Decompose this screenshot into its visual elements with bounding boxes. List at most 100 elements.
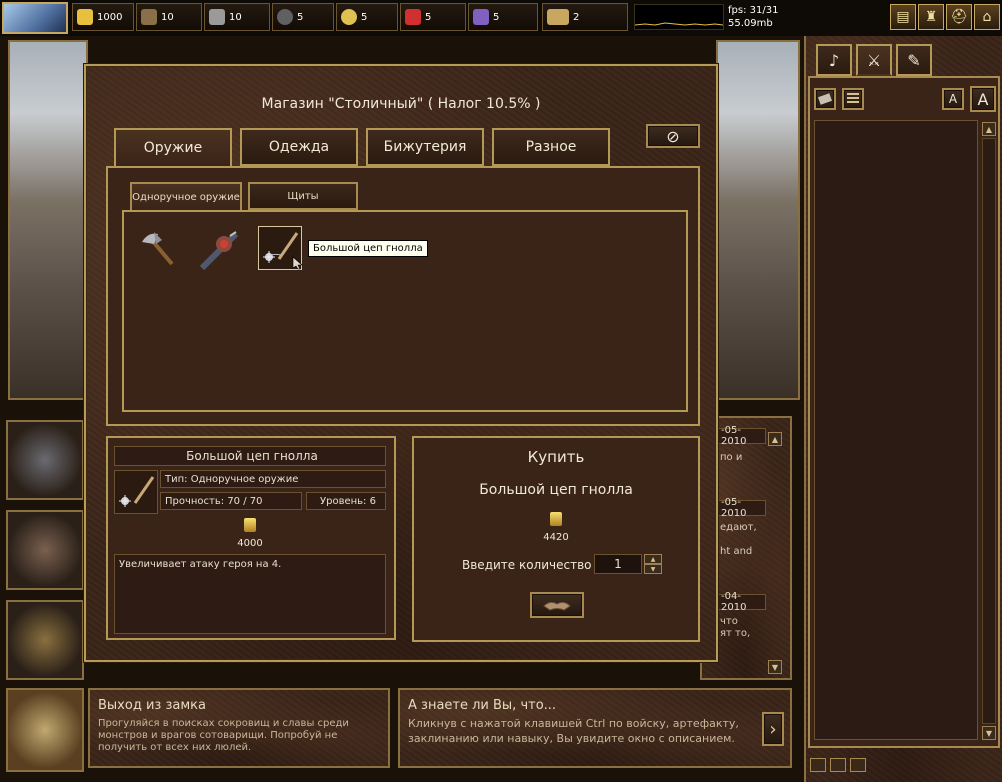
gate-button[interactable]: ⌂ — [974, 4, 1000, 30]
map-exit-button[interactable] — [6, 688, 84, 772]
sulfur-icon — [341, 9, 357, 25]
eraser-icon — [817, 93, 833, 105]
subtab-one-handed-label: Одноручное оружие — [132, 191, 240, 203]
hero-portrait[interactable] — [2, 2, 68, 34]
sidebar-content: A A ▲ ▼ — [808, 76, 1000, 748]
subtab-one-handed[interactable]: Одноручное оружие — [130, 182, 242, 212]
sidebar-text-area[interactable] — [814, 120, 978, 740]
castle-scenery-right — [716, 40, 800, 400]
spiked-mace-icon — [199, 231, 239, 271]
sidebar-scroll-down[interactable]: ▼ — [982, 726, 996, 740]
quantity-up-button[interactable]: ▲ — [644, 554, 662, 564]
font-larger-button[interactable]: A — [970, 86, 996, 112]
tab-misc[interactable]: Разное — [492, 128, 610, 166]
mini-swords-tab[interactable] — [830, 758, 846, 772]
resource-ore: 10 — [204, 3, 270, 31]
close-shop-button[interactable]: ⊘ — [646, 124, 700, 148]
tab-misc-label: Разное — [525, 139, 577, 155]
exit-castle-panel[interactable]: Выход из замка Прогуляйся в поисках сокр… — [88, 688, 390, 768]
fps-label: fps: 31/31 — [728, 5, 779, 16]
market-building-button[interactable] — [6, 600, 84, 680]
flail-icon — [119, 476, 155, 507]
tab-swords[interactable]: ⚔ — [856, 44, 892, 76]
font-large-label: A — [977, 89, 989, 109]
armory-building-button[interactable] — [6, 420, 84, 500]
sidebar-scrollbar[interactable] — [982, 138, 996, 724]
log-date: -04-2010 — [716, 591, 766, 613]
resource-mercury: 5 — [272, 3, 334, 31]
resource-gold: 1000 — [72, 3, 134, 31]
subtab-shields-label: Щиты — [287, 190, 319, 202]
mouse-cursor — [292, 256, 304, 270]
tab-notes[interactable]: ✎ — [896, 44, 932, 76]
detail-type: Тип: Одноручное оружие — [160, 470, 386, 488]
tab-content-panel: Одноручное оружие Щиты Большой цеп гнолл… — [106, 166, 700, 426]
tip-text: Кликнув с нажатой клавишей Ctrl по войск… — [408, 717, 739, 745]
log-text: что — [720, 616, 738, 627]
mini-notes-tab[interactable] — [850, 758, 866, 772]
helmet-button[interactable]: ⛑ — [946, 4, 972, 30]
castle-icon: ♜ — [924, 9, 938, 25]
buy-button[interactable] — [530, 592, 584, 618]
tab-weapons[interactable]: Оружие — [114, 128, 232, 168]
subtab-shields[interactable]: Щиты — [248, 182, 358, 210]
mem-label: 55.09mb — [728, 18, 773, 29]
quantity-input[interactable]: 1 — [594, 554, 642, 574]
tab-jewelry-label: Бижутерия — [383, 139, 467, 155]
log-scroll-down[interactable]: ▼ — [768, 660, 782, 674]
weaponsmith-building-button[interactable] — [6, 510, 84, 590]
army-indicator: 2 — [542, 3, 628, 31]
tab-clothing-label: Одежда — [268, 139, 330, 155]
log-scroll-up[interactable]: ▲ — [768, 432, 782, 446]
gems-icon — [473, 9, 489, 25]
notebook-icon: ✎ — [907, 50, 921, 70]
mini-horn-tab[interactable] — [810, 758, 826, 772]
castle-scenery-left — [8, 40, 88, 400]
notes-button[interactable] — [842, 88, 864, 110]
resource-crystals: 5 — [400, 3, 466, 31]
wood-icon — [141, 9, 157, 25]
resource-wood: 10 — [136, 3, 202, 31]
items-grid: Большой цеп гнолла — [122, 210, 688, 412]
quantity-value: 1 — [614, 557, 622, 571]
tab-clothing[interactable]: Одежда — [240, 128, 358, 166]
list-icon — [847, 93, 859, 105]
exit-castle-text: Прогуляйся в поисках сокровищ и славы ср… — [98, 718, 349, 753]
gold-coin-icon — [244, 518, 256, 532]
shop-dialog: Магазин "Столичный" ( Налог 10.5% ) Оруж… — [84, 64, 718, 662]
log-text: едают, — [720, 522, 757, 533]
log-text: по и — [720, 452, 743, 463]
item-axe[interactable] — [138, 228, 180, 270]
crossed-swords-icon: ⚔ — [866, 50, 882, 70]
buy-title: Купить — [527, 448, 585, 466]
castle-button[interactable]: ♜ — [918, 4, 944, 30]
tab-jewelry[interactable]: Бижутерия — [366, 128, 484, 166]
sidebar-scroll-up[interactable]: ▲ — [982, 122, 996, 136]
item-spiked-mace[interactable] — [196, 228, 240, 272]
exit-castle-title: Выход из замка — [98, 698, 206, 713]
detail-item-name: Большой цеп гнолла — [114, 446, 386, 466]
gold-icon — [77, 9, 93, 25]
quantity-stepper[interactable]: ▲ ▼ — [644, 554, 662, 574]
right-sidebar: ♪ ⚔ ✎ A A ▲ ▼ — [804, 36, 1002, 782]
item-detail-panel: Большой цеп гнолла Тип: Одноручное оружи… — [106, 436, 396, 640]
detail-level: Уровень: 6 — [306, 492, 386, 510]
tab-horn[interactable]: ♪ — [816, 44, 852, 76]
detail-item-image — [114, 470, 158, 514]
buy-price: 4420 — [543, 532, 569, 543]
fps-graph-line — [634, 22, 724, 26]
font-smaller-button[interactable]: A — [942, 88, 964, 110]
gate-icon: ⌂ — [982, 9, 992, 25]
eraser-button[interactable] — [814, 88, 836, 110]
font-small-label: A — [948, 92, 958, 106]
quantity-down-button[interactable]: ▼ — [644, 564, 662, 574]
top-bar: 1000 10 10 5 5 5 5 2 fps: 31/31 55.09mb … — [0, 0, 1002, 36]
fps-graph — [634, 4, 724, 30]
resource-sulfur: 5 — [336, 3, 398, 31]
item-tooltip: Большой цеп гнолла — [308, 240, 428, 257]
close-icon: ⊘ — [666, 126, 680, 146]
scroll-map-button[interactable]: ▤ — [890, 4, 916, 30]
crystals-icon — [405, 9, 421, 25]
next-tip-button[interactable]: › — [762, 712, 784, 746]
horn-icon: ♪ — [828, 50, 840, 70]
